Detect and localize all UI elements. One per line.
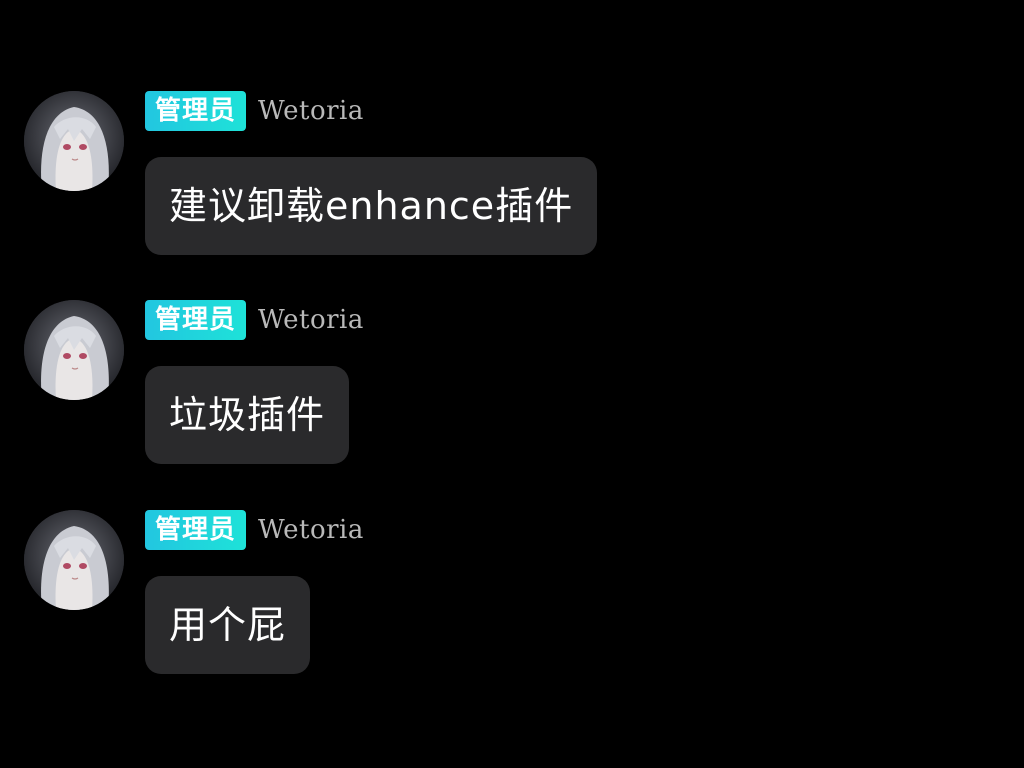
chat-message: 管理员 Wetoria 垃圾插件	[24, 300, 1004, 480]
message-header: 管理员 Wetoria	[145, 510, 364, 550]
chat-message: 管理员 Wetoria 用个屁	[24, 510, 1004, 690]
admin-role-badge: 管理员	[145, 300, 247, 340]
chat-message-list: 管理员 Wetoria 建议卸载enhance插件 管理员 Wetoria 垃圾…	[0, 0, 1024, 768]
message-bubble[interactable]: 垃圾插件	[145, 366, 350, 464]
admin-role-badge: 管理员	[145, 510, 247, 550]
username[interactable]: Wetoria	[258, 96, 364, 126]
avatar-image	[24, 300, 124, 400]
admin-role-badge: 管理员	[145, 91, 247, 131]
anime-avatar-icon[interactable]	[24, 91, 124, 191]
message-header: 管理员 Wetoria	[145, 91, 364, 131]
chat-message: 管理员 Wetoria 建议卸载enhance插件	[24, 91, 1004, 271]
anime-avatar-icon[interactable]	[24, 510, 124, 610]
avatar-image	[24, 510, 124, 610]
anime-avatar-icon[interactable]	[24, 300, 124, 400]
message-bubble[interactable]: 建议卸载enhance插件	[145, 157, 598, 255]
message-bubble[interactable]: 用个屁	[145, 576, 311, 674]
username[interactable]: Wetoria	[258, 515, 364, 545]
avatar-image	[24, 91, 124, 191]
message-header: 管理员 Wetoria	[145, 300, 364, 340]
username[interactable]: Wetoria	[258, 305, 364, 335]
